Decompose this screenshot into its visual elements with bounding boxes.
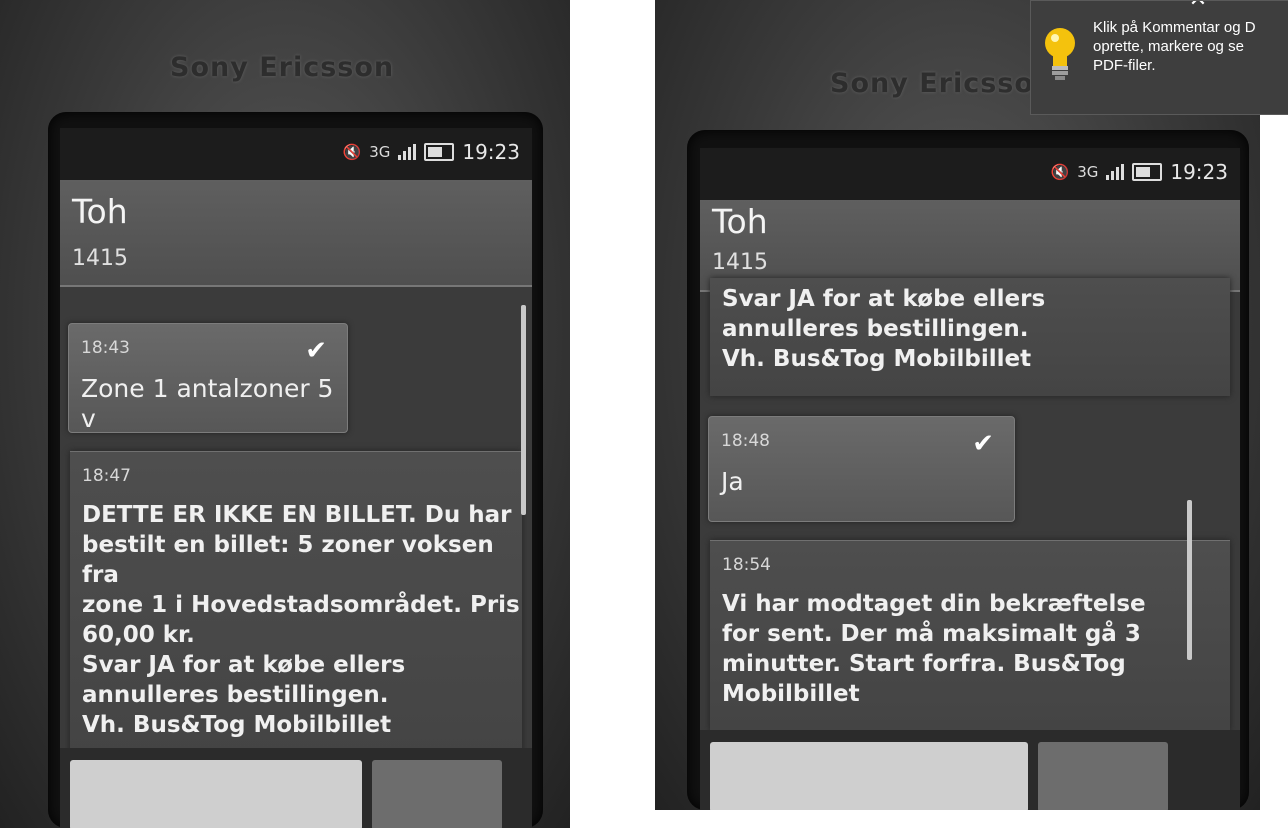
- message-time: 18:48: [721, 431, 770, 451]
- status-time: 19:23: [462, 140, 520, 164]
- received-message[interactable]: Svar JA for at købe ellers annulleres be…: [710, 278, 1230, 396]
- battery-icon: [424, 143, 455, 161]
- mute-icon: 🔇: [342, 143, 362, 161]
- status-bar: 🔇 3G 19:23: [700, 148, 1240, 200]
- message-thread[interactable]: 18:43 ✔ Zone 1 antalzoner 5 v 18:47 DETT…: [60, 285, 532, 828]
- message-body: Ja: [721, 467, 744, 496]
- sent-message[interactable]: 18:43 ✔ Zone 1 antalzoner 5 v: [68, 323, 348, 433]
- check-icon: ✔: [305, 336, 327, 366]
- tooltip-line: Klik på Kommentar og D: [1093, 19, 1256, 36]
- status-bar: 🔇 3G 19:23: [60, 128, 532, 180]
- brand-logo: Sony Ericsson: [170, 52, 395, 83]
- contact-name: Toh: [72, 192, 128, 231]
- send-button[interactable]: [372, 760, 502, 828]
- contact-number: 1415: [72, 246, 128, 271]
- message-body: Zone 1 antalzoner 5 v: [81, 374, 334, 433]
- phone-photo-left: Sony Ericsson 🔇 3G 19:23 Toh 1415 18:43 …: [0, 0, 570, 828]
- compose-bar: [60, 748, 532, 828]
- battery-icon: [1132, 163, 1163, 181]
- message-body: Vi har modtaget din bekræftelse for sent…: [722, 591, 1146, 707]
- network-type: 3G: [369, 143, 391, 161]
- message-body: Svar JA for at købe ellers annulleres be…: [722, 286, 1046, 372]
- signal-icon: [398, 144, 417, 160]
- phone-screen: 🔇 3G 19:23 Toh 1415 18:43 ✔ Zone 1 antal…: [60, 128, 532, 828]
- close-icon[interactable]: ✕: [1187, 1, 1209, 11]
- phone-screen: 🔇 3G 19:23 Toh 1415 Svar JA for at købe …: [700, 148, 1240, 810]
- message-time: 18:47: [82, 466, 131, 486]
- brand-logo: Sony Ericsson: [830, 68, 1055, 99]
- phone-photo-right: Sony Ericsson 🔇 3G 19:23 Toh 1415 Svar J…: [655, 0, 1260, 810]
- tooltip-text: Klik på Kommentar og D oprette, markere …: [1093, 18, 1288, 75]
- tooltip-line: oprette, markere og se: [1093, 38, 1244, 55]
- send-button[interactable]: [1038, 742, 1168, 810]
- check-icon: ✔: [972, 429, 994, 459]
- mute-icon: 🔇: [1050, 163, 1070, 181]
- tooltip-line: PDF-filer.: [1093, 57, 1156, 74]
- lightbulb-icon: [1045, 28, 1075, 80]
- network-type: 3G: [1077, 163, 1099, 181]
- compose-bar: [700, 730, 1240, 810]
- message-body: DETTE ER IKKE EN BILLET. Du har bestilt …: [82, 502, 520, 738]
- sent-message[interactable]: 18:48 ✔ Ja: [708, 416, 1015, 522]
- scrollbar[interactable]: [1187, 500, 1192, 660]
- message-time: 18:43: [81, 338, 130, 358]
- compose-input[interactable]: [710, 742, 1028, 810]
- received-message[interactable]: 18:54 Vi har modtaget din bekræftelse fo…: [710, 540, 1230, 731]
- contact-name: Toh: [712, 202, 768, 241]
- compose-input[interactable]: [70, 760, 362, 828]
- contact-number: 1415: [712, 250, 768, 275]
- pdf-tooltip: ✕ Klik på Kommentar og D oprette, marker…: [1030, 0, 1288, 115]
- status-time: 19:23: [1170, 160, 1228, 184]
- message-time: 18:54: [722, 555, 771, 575]
- received-message[interactable]: 18:47 DETTE ER IKKE EN BILLET. Du har be…: [70, 451, 522, 762]
- signal-icon: [1106, 164, 1125, 180]
- scrollbar[interactable]: [521, 305, 526, 515]
- contact-header[interactable]: Toh 1415: [60, 180, 532, 287]
